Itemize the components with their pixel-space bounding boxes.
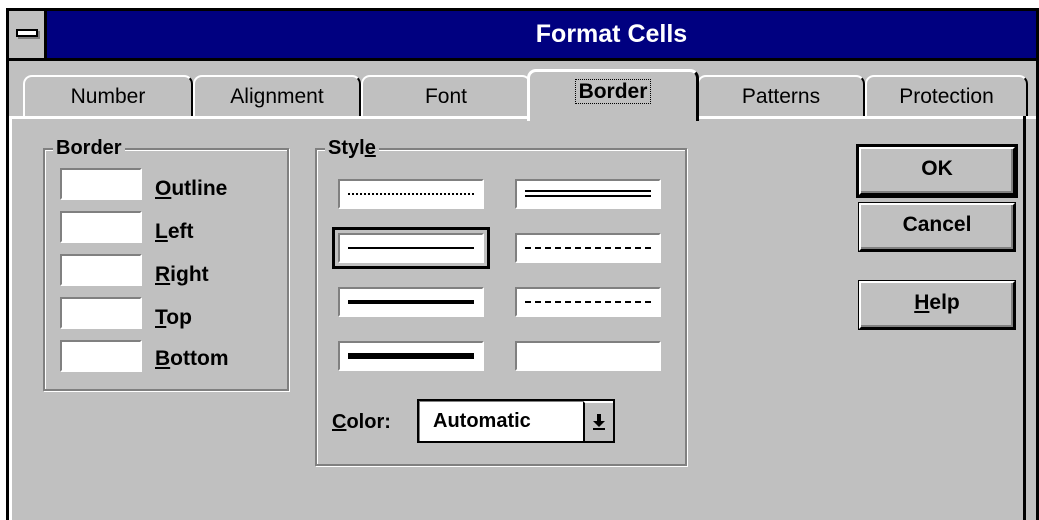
tab-border[interactable]: Border	[527, 69, 699, 121]
top-label[interactable]: Top	[155, 306, 192, 330]
top-border-sample[interactable]	[60, 297, 142, 329]
style-dash-dot[interactable]	[515, 287, 661, 317]
dashed-line	[525, 247, 651, 249]
style-dashed[interactable]	[515, 233, 661, 263]
outline-label[interactable]: Outline	[155, 177, 227, 201]
tab-patterns[interactable]: Patterns	[697, 75, 865, 119]
medium-solid-line	[348, 300, 474, 304]
color-dropdown[interactable]: Automatic	[417, 399, 615, 443]
left-label-text: eft	[167, 220, 194, 243]
help-button[interactable]: Help	[859, 281, 1015, 329]
style-thick-solid[interactable]	[338, 341, 484, 371]
style-title-mnemonic: e	[364, 137, 376, 159]
hairline-dotted-line	[348, 193, 474, 195]
top-mnemonic: T	[155, 306, 167, 329]
tab-font[interactable]: Font	[361, 75, 531, 119]
cancel-button[interactable]: Cancel	[859, 203, 1015, 251]
ok-button[interactable]: OK	[859, 147, 1015, 195]
system-menu-icon	[16, 29, 38, 37]
double-line	[525, 190, 651, 197]
tab-number[interactable]: Number	[23, 75, 193, 119]
color-label: Color:	[332, 410, 391, 434]
tab-panel-left-edge	[9, 116, 12, 520]
style-double[interactable]	[515, 179, 661, 209]
outline-preset[interactable]	[60, 168, 142, 200]
style-thin-solid[interactable]	[332, 227, 490, 269]
color-label-text: olor:	[346, 411, 391, 433]
style-title-text: Styl	[328, 137, 365, 159]
top-label-text: op	[166, 306, 192, 329]
bottom-border-sample[interactable]	[60, 340, 142, 372]
system-menu-button[interactable]	[9, 11, 47, 58]
tab-border-label: Border	[574, 79, 652, 104]
help-button-text: elp	[929, 291, 960, 314]
style-none[interactable]	[515, 341, 661, 371]
tab-font-label: Font	[424, 85, 468, 108]
style-group-title: Style	[325, 137, 379, 159]
color-mnemonic: C	[332, 411, 347, 433]
dash-dot-line	[525, 301, 651, 303]
left-border-sample[interactable]	[60, 211, 142, 243]
left-mnemonic: L	[155, 220, 168, 243]
outline-mnemonic: O	[155, 177, 172, 200]
bottom-label-text: ottom	[170, 347, 229, 370]
thin-solid-line	[348, 247, 474, 249]
tab-protection[interactable]: Protection	[865, 75, 1028, 119]
dropdown-arrow-button[interactable]	[583, 401, 613, 441]
style-medium-solid[interactable]	[338, 287, 484, 317]
tab-panel-right-edge	[1023, 116, 1026, 520]
bottom-label[interactable]: Bottom	[155, 347, 229, 371]
title-bar: Format Cells	[9, 11, 1036, 61]
format-cells-dialog: Format Cells Number Alignment Font Borde…	[6, 8, 1039, 520]
tab-alignment-label: Alignment	[230, 85, 324, 108]
right-label-text: ight	[170, 263, 209, 286]
tab-number-label: Number	[70, 85, 146, 108]
right-border-sample[interactable]	[60, 254, 142, 286]
right-mnemonic: R	[155, 263, 171, 286]
border-group-title: Border	[53, 137, 125, 159]
arrow-down-icon	[593, 414, 605, 430]
tab-protection-label: Protection	[899, 85, 994, 108]
tab-patterns-label: Patterns	[741, 85, 821, 108]
left-label[interactable]: Left	[155, 220, 194, 244]
tab-alignment[interactable]: Alignment	[193, 75, 361, 119]
tab-panel-edge	[9, 116, 1036, 119]
help-mnemonic: H	[914, 291, 930, 314]
thick-solid-line	[348, 353, 474, 359]
outline-label-text: utline	[171, 177, 228, 200]
color-dropdown-value: Automatic	[433, 410, 531, 432]
bottom-mnemonic: B	[155, 347, 171, 370]
right-label[interactable]: Right	[155, 263, 209, 287]
style-hairline-dotted[interactable]	[338, 179, 484, 209]
window-title: Format Cells	[535, 20, 688, 48]
